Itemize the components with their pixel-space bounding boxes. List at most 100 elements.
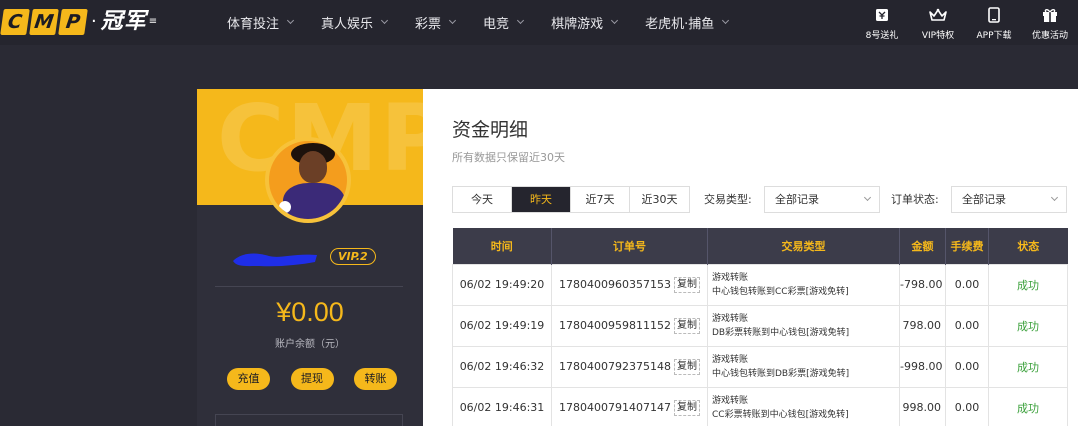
cell-status: 成功 [988, 304, 1068, 347]
cell-time: 06/02 19:49:20 [452, 263, 552, 306]
date-range-tabs: 今天 昨天 近7天 近30天 [452, 186, 690, 213]
table-row: 06/02 19:46:31 1780400791407147 复制 游戏转账 CC… [452, 386, 1068, 426]
chevron-down-icon [449, 16, 457, 25]
tab-today[interactable]: 今天 [453, 187, 512, 212]
quick-link-label: 优惠活动 [1031, 31, 1068, 41]
deposit-button[interactable]: 充值 [227, 368, 270, 390]
type-title: 游戏转账 [712, 395, 749, 406]
avatar [265, 137, 351, 223]
avatar-head [299, 151, 327, 183]
cell-type: 游戏转账 中心钱包转账到DB彩票[游戏免转] [707, 345, 900, 388]
order-number: 1780400960357153 [559, 278, 671, 291]
cell-fee: 0.00 [945, 263, 989, 306]
tab-30-days[interactable]: 近30天 [630, 187, 689, 212]
copy-order-button[interactable]: 复制 [673, 358, 700, 375]
tab-7-days[interactable]: 近7天 [571, 187, 630, 212]
cell-fee: 0.00 [945, 345, 989, 388]
quick-link-label: VIP特权 [921, 31, 955, 41]
transfer-button[interactable]: 转账 [354, 368, 397, 390]
table-row: 06/02 19:49:20 1780400960357153 复制 游戏转账 中心… [452, 263, 1068, 306]
order-number: 1780400792375148 [559, 360, 671, 373]
quick-link-promotions[interactable]: 优惠活动 [1022, 4, 1078, 41]
copy-order-button[interactable]: 复制 [673, 276, 700, 293]
cell-status: 成功 [988, 263, 1068, 306]
nav-item-label: 真人娱乐 [321, 17, 374, 32]
chevron-down-icon [1050, 193, 1059, 202]
chevron-down-icon [611, 16, 619, 25]
main-menu: 体育投注 真人娱乐 彩票 电竞 棋牌游戏 老虎机·捕鱼 [213, 0, 742, 45]
cell-fee: 0.00 [945, 386, 989, 426]
select-value: 全部记录 [962, 193, 1006, 206]
cell-order: 1780400959811152 复制 [551, 304, 708, 347]
username-redacted [233, 253, 317, 267]
cell-time: 06/02 19:46:31 [452, 386, 552, 426]
nav-item-slots-fishing[interactable]: 老虎机·捕鱼 [631, 0, 742, 45]
type-detail: CC彩票转账到中心钱包[游戏免转] [712, 409, 849, 420]
nav-item-sports[interactable]: 体育投注 [213, 0, 307, 45]
transaction-type-label: 交易类型: [704, 193, 752, 206]
cell-order: 1780400791407147 复制 [551, 386, 708, 426]
profile-card: CMP VIP.2 ¥0.00 账户余额（元） 充值 提现 转账 [197, 89, 423, 426]
order-number: 1780400791407147 [559, 401, 671, 414]
quick-links: 8号送礼 VIP特权 APP下载 优惠活动 [854, 4, 1078, 41]
top-navigation-bar: C M P · 冠军 ≡ 体育投注 真人娱乐 彩票 电竞 棋牌游戏 老虎机·捕鱼… [0, 0, 1078, 45]
profile-menu-box [215, 414, 403, 426]
copy-order-button[interactable]: 复制 [673, 317, 700, 334]
quick-link-gift-8[interactable]: 8号送礼 [854, 4, 910, 41]
avatar-shirt [283, 183, 345, 219]
cell-order: 1780400792375148 复制 [551, 345, 708, 388]
cell-type: 游戏转账 中心钱包转账到CC彩票[游戏免转] [707, 263, 900, 306]
page-subtitle: 所有数据只保留近30天 [452, 151, 565, 164]
cell-time: 06/02 19:46:32 [452, 345, 552, 388]
nav-item-card-games[interactable]: 棋牌游戏 [537, 0, 631, 45]
nav-item-label: 体育投注 [227, 17, 280, 32]
table-row: 06/02 19:49:19 1780400959811152 复制 游戏转账 DB… [452, 304, 1068, 347]
transaction-type-select[interactable]: 全部记录 [764, 186, 880, 213]
chevron-down-icon [286, 16, 295, 25]
fund-details-panel: 资金明细 所有数据只保留近30天 今天 昨天 近7天 近30天 交易类型: 全部… [423, 89, 1078, 426]
crown-icon [929, 4, 947, 26]
avatar-badge [279, 201, 291, 213]
cell-fee: 0.00 [945, 304, 989, 347]
column-header-amount: 金额 [899, 228, 946, 264]
nav-item-live-casino[interactable]: 真人娱乐 [307, 0, 401, 45]
nav-item-label: 彩票 [415, 17, 442, 32]
transactions-table: 时间 订单号 交易类型 金额 手续费 状态 06/02 19:49:20 178… [452, 228, 1068, 426]
type-detail: DB彩票转账到中心钱包[游戏免转] [712, 327, 850, 338]
column-header-type: 交易类型 [707, 228, 900, 264]
nav-item-esports[interactable]: 电竞 [469, 0, 537, 45]
type-detail: 中心钱包转账到DB彩票[游戏免转] [712, 368, 850, 379]
order-number: 1780400959811152 [559, 319, 671, 332]
column-header-fee: 手续费 [945, 228, 989, 264]
type-title: 游戏转账 [712, 313, 749, 324]
nav-item-lottery[interactable]: 彩票 [401, 0, 469, 45]
account-balance-label: 账户余额（元） [275, 339, 345, 350]
cell-amount: -998.00 [899, 345, 946, 388]
tab-yesterday[interactable]: 昨天 [512, 187, 571, 212]
divider [215, 286, 403, 287]
cell-time: 06/02 19:49:19 [452, 304, 552, 347]
table-row: 06/02 19:46:32 1780400792375148 复制 游戏转账 中心… [452, 345, 1068, 388]
page-title: 资金明细 [452, 119, 529, 141]
order-status-select[interactable]: 全部记录 [951, 186, 1067, 213]
chevron-down-icon [863, 193, 872, 202]
select-value: 全部记录 [775, 193, 819, 206]
quick-link-vip[interactable]: VIP特权 [910, 4, 966, 41]
logo-text: 冠军 [100, 9, 147, 34]
nav-item-label: 棋牌游戏 [551, 17, 604, 32]
nav-item-label: 电竞 [483, 17, 510, 32]
quick-link-label: 8号送礼 [865, 31, 899, 41]
column-header-time: 时间 [452, 228, 552, 264]
cell-status: 成功 [988, 386, 1068, 426]
chevron-down-icon [722, 16, 730, 25]
logo-letter: M [29, 9, 59, 35]
quick-link-app[interactable]: APP下载 [966, 4, 1022, 41]
withdraw-button[interactable]: 提现 [290, 368, 334, 390]
site-logo[interactable]: C M P · 冠军 ≡ [0, 7, 158, 37]
nav-item-label: 老虎机·捕鱼 [645, 17, 715, 32]
cell-status: 成功 [988, 345, 1068, 388]
copy-order-button[interactable]: 复制 [673, 399, 700, 416]
logo-mark: ≡ [148, 16, 158, 27]
type-detail: 中心钱包转账到CC彩票[游戏免转] [712, 286, 849, 297]
logo-dot: · [91, 11, 97, 32]
